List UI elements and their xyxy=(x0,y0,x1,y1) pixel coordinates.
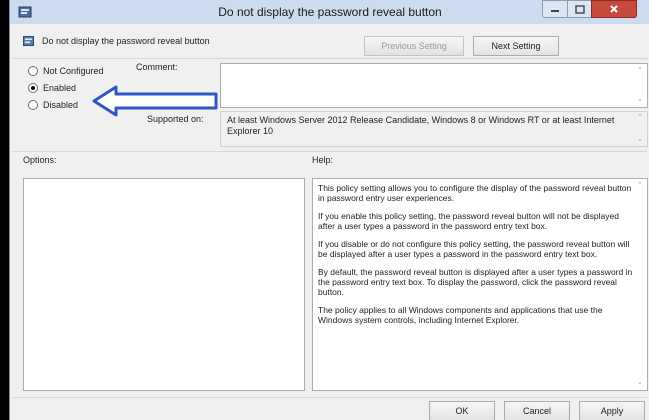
policy-title: Do not display the password reveal butto… xyxy=(42,36,210,46)
radio-label: Not Configured xyxy=(43,66,104,76)
annotation-arrow-icon xyxy=(92,85,218,117)
next-setting-button[interactable]: Next Setting xyxy=(473,36,559,56)
comment-label: Comment: xyxy=(136,62,178,72)
radio-button[interactable] xyxy=(28,66,38,76)
supported-on-value: At least Windows Server 2012 Release Can… xyxy=(220,111,648,147)
radio-label: Disabled xyxy=(43,100,79,110)
scroll-down-icon[interactable]: ⌄ xyxy=(637,136,643,144)
scroll-down-icon[interactable]: ⌄ xyxy=(637,96,643,104)
ok-button[interactable]: OK xyxy=(429,401,495,420)
radio-not-configured[interactable]: Not Configured xyxy=(28,66,104,76)
radio-label: Enabled xyxy=(43,83,77,93)
section-divider xyxy=(13,151,647,152)
maximize-button[interactable] xyxy=(567,0,592,18)
supported-on-label: Supported on: xyxy=(147,114,204,124)
help-text: This policy setting allows you to config… xyxy=(318,183,633,333)
supported-on-text: At least Windows Server 2012 Release Can… xyxy=(227,115,615,136)
help-paragraph: This policy setting allows you to config… xyxy=(318,183,632,203)
policy-icon xyxy=(23,36,34,46)
comment-textbox[interactable]: ⌃ ⌄ xyxy=(220,63,648,108)
minimize-icon xyxy=(551,10,559,12)
minimize-button[interactable] xyxy=(542,0,568,18)
options-pane xyxy=(23,178,305,391)
close-button[interactable] xyxy=(591,0,637,18)
help-label: Help: xyxy=(312,155,334,165)
dialog-body: Do not display the password reveal butto… xyxy=(10,24,649,420)
comment-scrollbar[interactable]: ⌃ ⌄ xyxy=(635,64,647,107)
scroll-up-icon[interactable]: ⌃ xyxy=(637,182,643,190)
maximize-icon xyxy=(574,4,585,14)
radio-button-selected[interactable] xyxy=(28,83,38,93)
apply-button[interactable]: Apply xyxy=(579,401,645,420)
footer-divider xyxy=(13,397,647,398)
close-icon xyxy=(610,5,618,13)
scroll-down-icon[interactable]: ⌄ xyxy=(637,379,643,387)
previous-setting-button[interactable]: Previous Setting xyxy=(364,36,464,56)
radio-button[interactable] xyxy=(28,100,38,110)
title-bar[interactable]: Do not display the password reveal butto… xyxy=(10,0,649,24)
help-pane: This policy setting allows you to config… xyxy=(312,178,648,391)
scroll-up-icon[interactable]: ⌃ xyxy=(637,114,643,122)
options-label: Options: xyxy=(23,155,57,165)
radio-disabled[interactable]: Disabled xyxy=(28,100,78,110)
cancel-button[interactable]: Cancel xyxy=(504,401,570,420)
header-divider xyxy=(13,58,647,59)
help-paragraph: By default, the password reveal button i… xyxy=(318,267,633,297)
supported-scrollbar[interactable]: ⌃ ⌄ xyxy=(635,112,647,146)
help-scrollbar[interactable]: ⌃ ⌄ xyxy=(635,179,647,390)
help-paragraph: If you disable or do not configure this … xyxy=(318,239,630,259)
radio-enabled[interactable]: Enabled xyxy=(28,83,76,93)
policy-dialog: Do not display the password reveal butto… xyxy=(9,0,649,420)
help-paragraph: The policy applies to all Windows compon… xyxy=(318,305,603,325)
background-edge xyxy=(0,0,9,420)
scroll-up-icon[interactable]: ⌃ xyxy=(637,67,643,75)
help-paragraph: If you enable this policy setting, the p… xyxy=(318,211,619,231)
